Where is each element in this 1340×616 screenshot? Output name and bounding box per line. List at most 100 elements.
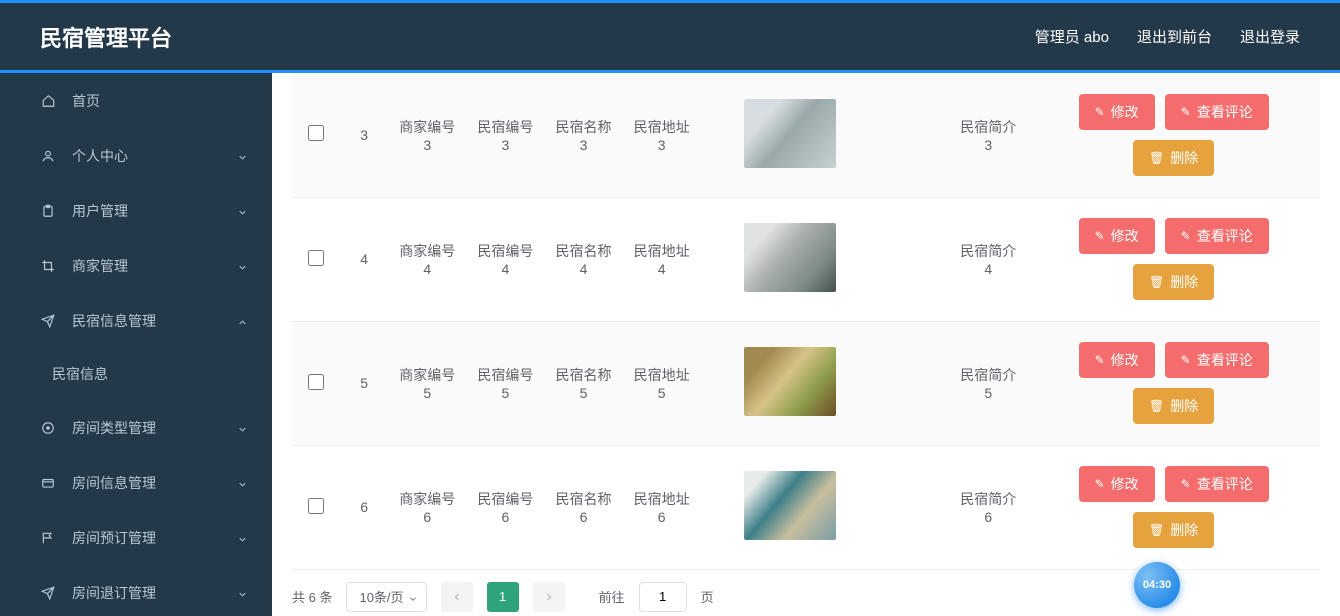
pager-total: 共 6 条 [292,587,332,606]
thumbnail [744,99,836,168]
edit-button[interactable]: ✎修改 [1079,218,1155,254]
send-icon [38,314,58,328]
sidebar-item-room-type-mgmt[interactable]: 房间类型管理 [0,400,272,455]
chevron-down-icon [237,150,248,166]
table-row: 3商家编号3民宿编号3民宿名称3民宿地址3民宿简介3✎修改✎查看评论🗑删除 [292,73,1320,197]
flag-icon [38,531,58,545]
edit-icon: ✎ [1181,477,1191,491]
edit-icon: ✎ [1095,105,1105,119]
wallet-icon [38,476,58,490]
chevron-down-icon [237,477,248,493]
row-checkbox[interactable] [308,125,324,141]
goto-suffix: 页 [701,587,714,606]
view-comments-button[interactable]: ✎查看评论 [1165,218,1269,254]
row-index: 4 [340,197,388,321]
edit-icon: ✎ [1095,229,1105,243]
view-comments-button[interactable]: ✎查看评论 [1165,466,1269,502]
edit-icon: ✎ [1181,105,1191,119]
cell-bnb-no: 民宿编号5 [466,321,544,445]
crop-icon [38,259,58,273]
cell-merchant-no: 商家编号3 [388,73,466,197]
admin-label[interactable]: 管理员 abo [1035,26,1109,47]
send-icon [38,586,58,600]
sidebar-item-merchant-mgmt[interactable]: 商家管理 [0,238,272,293]
cell-bnb-name: 民宿名称4 [544,197,622,321]
sidebar-item-label: 房间退订管理 [72,583,156,603]
goto-page-input[interactable] [639,582,687,612]
page-size-select[interactable]: 10条/页 [346,582,426,612]
edit-icon: ✎ [1095,353,1105,367]
row-checkbox[interactable] [308,374,324,390]
cell-empty [879,321,949,445]
goto-front-link[interactable]: 退出到前台 [1137,26,1212,47]
trash-icon: 🗑 [1149,399,1164,413]
cell-empty [879,197,949,321]
sidebar-item-label: 房间类型管理 [72,418,156,438]
sidebar-item-user-mgmt[interactable]: 用户管理 [0,183,272,238]
sidebar-item-label: 个人中心 [72,146,128,166]
sidebar-item-bnb-info-mgmt[interactable]: 民宿信息管理 [0,293,272,348]
cell-bnb-intro: 民宿简介6 [949,445,1027,569]
cell-merchant-no: 商家编号6 [388,445,466,569]
delete-button[interactable]: 🗑删除 [1133,388,1214,424]
sidebar-item-label: 用户管理 [72,201,128,221]
edit-button[interactable]: ✎修改 [1079,94,1155,130]
cell-merchant-no: 商家编号4 [388,197,466,321]
cell-bnb-name: 民宿名称5 [544,321,622,445]
sidebar-subitem-label: 民宿信息 [52,364,108,384]
logout-link[interactable]: 退出登录 [1240,26,1300,47]
table-row: 6商家编号6民宿编号6民宿名称6民宿地址6民宿简介6✎修改✎查看评论🗑删除 [292,445,1320,569]
chevron-down-icon [237,205,248,221]
cell-bnb-no: 民宿编号4 [466,197,544,321]
table-row: 4商家编号4民宿编号4民宿名称4民宿地址4民宿简介4✎修改✎查看评论🗑删除 [292,197,1320,321]
row-checkbox[interactable] [308,498,324,514]
row-checkbox[interactable] [308,250,324,266]
view-comments-button[interactable]: ✎查看评论 [1165,94,1269,130]
edit-icon: ✎ [1181,229,1191,243]
cell-empty [879,445,949,569]
cell-bnb-addr: 民宿地址3 [623,73,701,197]
pager-page-button[interactable]: 1 [487,582,519,612]
edit-button[interactable]: ✎修改 [1079,466,1155,502]
trash-icon: 🗑 [1149,523,1164,537]
sidebar-item-room-cancel-mgmt[interactable]: 房间退订管理 [0,565,272,616]
row-index: 6 [340,445,388,569]
cell-bnb-addr: 民宿地址4 [623,197,701,321]
view-comments-button[interactable]: ✎查看评论 [1165,342,1269,378]
delete-button[interactable]: 🗑删除 [1133,512,1214,548]
chevron-down-icon [237,422,248,438]
sidebar-item-room-booking-mgmt[interactable]: 房间预订管理 [0,510,272,565]
sidebar-item-profile[interactable]: 个人中心 [0,128,272,183]
sidebar-item-label: 民宿信息管理 [72,311,156,331]
sidebar-item-home[interactable]: 首页 [0,73,272,128]
cell-bnb-intro: 民宿简介3 [949,73,1027,197]
cell-bnb-intro: 民宿简介5 [949,321,1027,445]
sidebar-item-label: 首页 [72,91,100,111]
app-title: 民宿管理平台 [40,21,172,53]
thumbnail [744,347,836,416]
sidebar-item-label: 商家管理 [72,256,128,276]
chevron-down-icon [237,587,248,603]
pager-next-button[interactable] [533,582,565,612]
row-index: 3 [340,73,388,197]
user-icon [38,149,58,163]
delete-button[interactable]: 🗑删除 [1133,264,1214,300]
header: 民宿管理平台 管理员 abo 退出到前台 退出登录 [0,3,1340,70]
timer-badge[interactable]: 04:30 [1134,562,1180,608]
clipboard-icon [38,204,58,218]
goto-prefix: 前往 [599,587,625,606]
sidebar-subitem-bnb-info[interactable]: 民宿信息 [0,348,272,400]
pager-prev-button[interactable] [441,582,473,612]
delete-button[interactable]: 🗑删除 [1133,140,1214,176]
edit-button[interactable]: ✎修改 [1079,342,1155,378]
thumbnail [744,471,836,540]
cell-bnb-addr: 民宿地址5 [623,321,701,445]
chevron-down-icon [237,532,248,548]
sidebar-item-label: 房间预订管理 [72,528,156,548]
sidebar-item-room-info-mgmt[interactable]: 房间信息管理 [0,455,272,510]
thumbnail [744,223,836,292]
circle-dot-icon [38,421,58,435]
trash-icon: 🗑 [1149,275,1164,289]
cell-merchant-no: 商家编号5 [388,321,466,445]
edit-icon: ✎ [1181,353,1191,367]
